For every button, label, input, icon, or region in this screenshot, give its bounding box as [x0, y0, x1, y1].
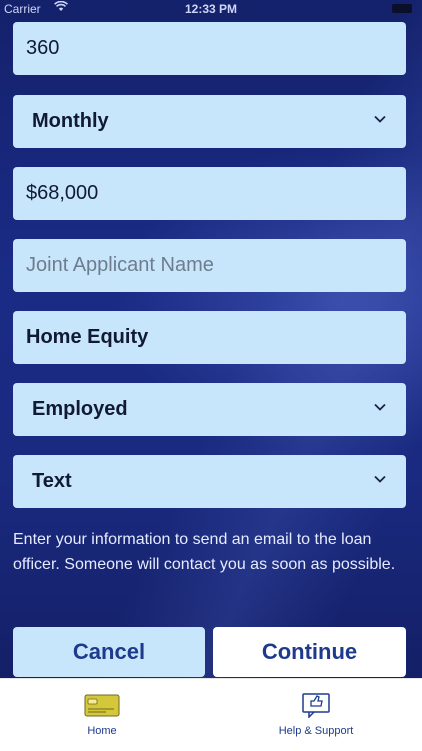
- cancel-button[interactable]: Cancel: [13, 627, 205, 677]
- tab-help-support[interactable]: Help & Support: [236, 679, 396, 751]
- loan-form-screen: Carrier 12:33 PM 360 Monthly $68,000 Joi…: [0, 0, 422, 678]
- status-bar: Carrier 12:33 PM: [0, 0, 422, 18]
- tab-home-label: Home: [87, 725, 117, 737]
- home-card-icon: [84, 694, 120, 717]
- frequency-select[interactable]: Monthly: [13, 95, 406, 148]
- chevron-down-icon: [374, 403, 386, 411]
- info-text: Enter your information to send an email …: [13, 531, 396, 573]
- tab-bar: Home Help & Support: [0, 678, 422, 751]
- chevron-down-icon: [374, 115, 386, 123]
- amount-value: $68,000: [26, 182, 99, 204]
- employment-status-select[interactable]: Employed: [13, 383, 406, 436]
- joint-applicant-name-input[interactable]: Joint Applicant Name: [13, 239, 406, 292]
- amount-field[interactable]: $68,000: [13, 167, 406, 220]
- frequency-value: Monthly: [32, 110, 109, 132]
- help-thumbs-up-icon: [302, 693, 330, 718]
- term-value: 360: [26, 37, 60, 59]
- tab-help-label: Help & Support: [278, 725, 354, 737]
- continue-button[interactable]: Continue: [213, 627, 406, 677]
- employment-status-value: Employed: [32, 398, 128, 420]
- contact-method-select[interactable]: Text: [13, 455, 406, 508]
- loan-purpose-value: Home Equity: [26, 326, 149, 348]
- battery-icon: [392, 4, 412, 13]
- loan-purpose-field[interactable]: Home Equity: [13, 311, 406, 364]
- chevron-down-icon: [374, 475, 386, 483]
- joint-applicant-placeholder: Joint Applicant Name: [26, 254, 214, 276]
- contact-method-value: Text: [32, 470, 72, 492]
- tab-home[interactable]: Home: [22, 679, 182, 751]
- status-time: 12:33 PM: [184, 2, 238, 16]
- term-field[interactable]: 360: [13, 22, 406, 75]
